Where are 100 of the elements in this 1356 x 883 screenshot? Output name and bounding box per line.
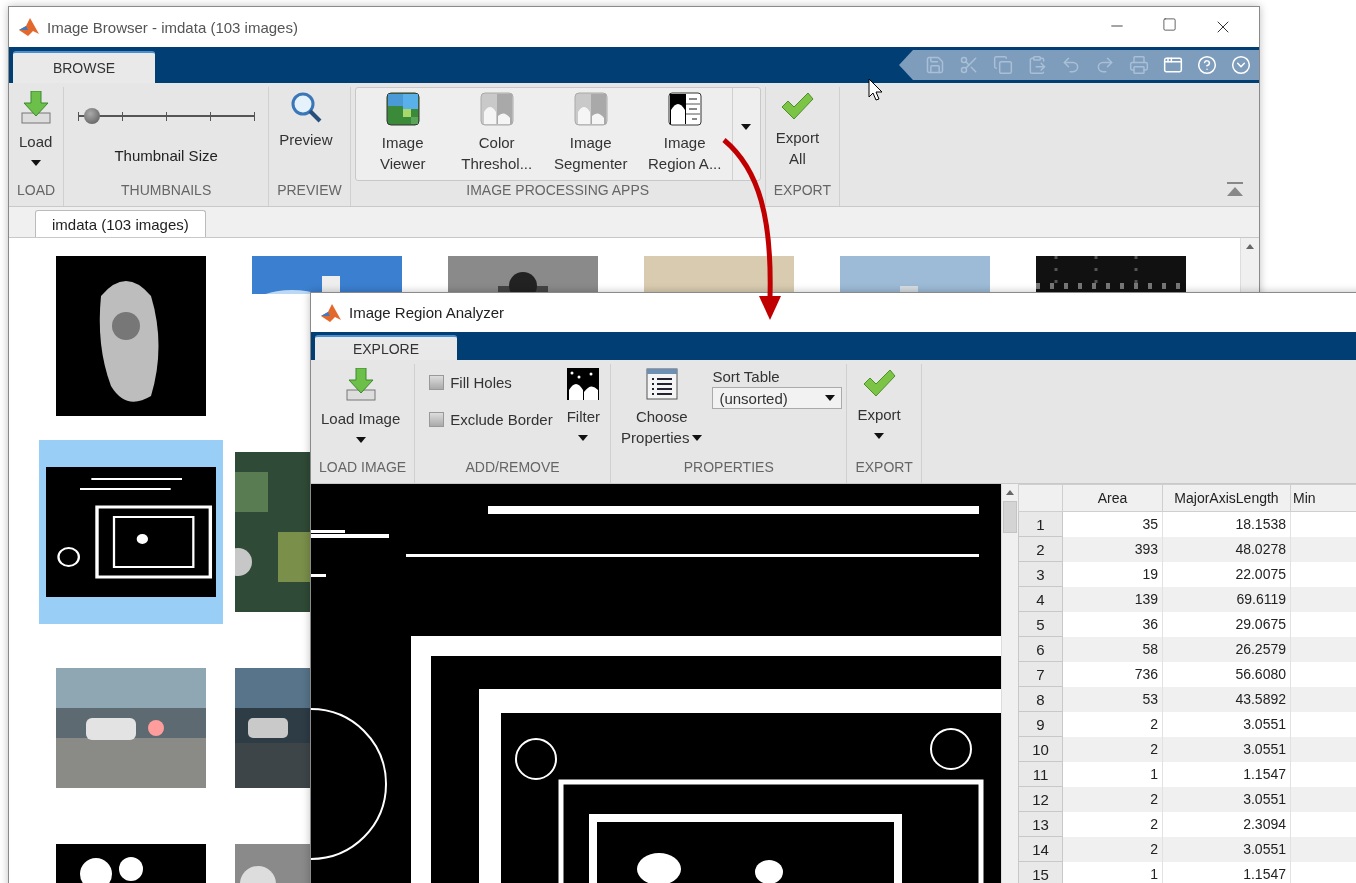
- chevron-down-icon[interactable]: [1231, 55, 1251, 75]
- checkbox[interactable]: Fill Holes: [429, 374, 553, 391]
- table-cell: 2: [1062, 786, 1163, 812]
- ribbon-button[interactable]: Export All: [769, 87, 826, 173]
- row-header[interactable]: 14: [1018, 836, 1063, 862]
- row-header[interactable]: 2: [1018, 536, 1063, 562]
- table-cell: 2: [1062, 811, 1163, 837]
- filter-image-icon: [567, 368, 600, 400]
- scrollbar[interactable]: [1001, 484, 1018, 883]
- row-header[interactable]: 8: [1018, 686, 1063, 712]
- group-title: ADD/REMOVE: [464, 459, 561, 477]
- row-header[interactable]: 4: [1018, 586, 1063, 612]
- table-cell: 22.0075: [1162, 561, 1291, 587]
- app-logo-icon: [321, 303, 341, 322]
- table-cell: 56.6080: [1162, 661, 1291, 687]
- download-icon: [344, 368, 377, 402]
- row-header[interactable]: 1: [1018, 511, 1063, 537]
- row-header[interactable]: 7: [1018, 661, 1063, 687]
- table-cell: 2: [1062, 836, 1163, 862]
- ribbon-button[interactable]: Preview: [273, 87, 339, 154]
- table-cell: 1: [1062, 761, 1163, 787]
- collapse-icon[interactable]: [1227, 182, 1243, 196]
- ribbon-button[interactable]: Image Viewer: [355, 88, 450, 180]
- row-header[interactable]: 9: [1018, 711, 1063, 737]
- row-header[interactable]: 11: [1018, 761, 1063, 787]
- row-header[interactable]: 15: [1018, 861, 1063, 883]
- row-header[interactable]: 13: [1018, 811, 1063, 837]
- column-header[interactable]: MajorAxisLength: [1162, 484, 1291, 512]
- sort-dropdown[interactable]: (unsorted): [712, 387, 843, 409]
- row-header[interactable]: 5: [1018, 611, 1063, 637]
- scroll-up-icon[interactable]: [1006, 490, 1014, 495]
- table-cell: 58: [1062, 636, 1163, 662]
- slider-thumb[interactable]: [84, 108, 101, 124]
- group-title: EXPORT: [772, 182, 832, 200]
- sort-label: Sort Table: [712, 368, 781, 385]
- table-cell: 19: [1062, 561, 1163, 587]
- ribbon-button[interactable]: Export: [851, 364, 907, 443]
- table-cell: 1: [1062, 861, 1163, 883]
- table-cell: 3.0551: [1162, 836, 1291, 862]
- table-cell: 48.0278: [1162, 536, 1291, 562]
- row-header[interactable]: 12: [1018, 786, 1063, 812]
- checkbox[interactable]: Exclude Border: [429, 411, 553, 428]
- ribbon-tab[interactable]: EXPLORE: [315, 335, 457, 360]
- region-table-icon: [667, 92, 702, 126]
- table-cell: 3.0551: [1162, 786, 1291, 812]
- document-tab[interactable]: imdata (103 images): [35, 210, 206, 237]
- table-cell: 2: [1062, 711, 1163, 737]
- table-cell: 18.1538: [1162, 511, 1291, 537]
- search-icon: [289, 91, 322, 123]
- scroll-thumb[interactable]: [1003, 501, 1017, 533]
- ribbon-button[interactable]: Image Segmenter: [543, 88, 638, 180]
- ribbon-button[interactable]: Image Region A...: [637, 88, 732, 180]
- table-cell: 139: [1062, 586, 1163, 612]
- checkmark-icon: [862, 368, 897, 398]
- table-cell: 2: [1062, 736, 1163, 762]
- checkmark-icon: [780, 91, 815, 121]
- group-title: LOAD IMAGE: [318, 459, 408, 477]
- image-icon: [573, 92, 608, 126]
- column-header[interactable]: Min: [1290, 484, 1356, 512]
- group-title: PROPERTIES: [682, 459, 775, 477]
- image-icon: [385, 92, 420, 126]
- group-title: THUMBNAILS: [120, 182, 213, 200]
- row-header[interactable]: 6: [1018, 636, 1063, 662]
- table-cell: 736: [1062, 661, 1163, 687]
- row-header[interactable]: 3: [1018, 561, 1063, 587]
- row-header[interactable]: 10: [1018, 736, 1063, 762]
- table-cell: 1.1547: [1162, 761, 1291, 787]
- table-cell: 36: [1062, 611, 1163, 637]
- ribbon-tab[interactable]: BROWSE: [13, 51, 155, 83]
- group-title: LOAD: [16, 182, 57, 200]
- table-cell: 2.3094: [1162, 811, 1291, 837]
- column-header[interactable]: Area: [1062, 484, 1163, 512]
- thumbnail[interactable]: [39, 440, 223, 624]
- help-icon[interactable]: [1197, 55, 1217, 75]
- table-cell: 69.6119: [1162, 586, 1291, 612]
- list-icon: [645, 368, 678, 400]
- ribbon-button[interactable]: Choose Properties: [615, 364, 709, 452]
- group-title: PREVIEW: [276, 182, 343, 200]
- table-cell: 1.1547: [1162, 861, 1291, 883]
- group-title: EXPORT: [854, 459, 914, 477]
- windows-icon[interactable]: [1163, 55, 1183, 75]
- window-title: Image Region Analyzer: [349, 304, 505, 321]
- maximize-icon[interactable]: [1162, 17, 1177, 32]
- scroll-up-icon[interactable]: [1246, 244, 1254, 249]
- table-cell: 26.2579: [1162, 636, 1291, 662]
- table-cell: 35: [1062, 511, 1163, 537]
- ribbon-button[interactable]: Load Image: [315, 364, 407, 447]
- table-cell: 29.0675: [1162, 611, 1291, 637]
- table-cell: 53: [1062, 686, 1163, 712]
- image-icon: [479, 92, 514, 126]
- table-cell: 393: [1062, 536, 1163, 562]
- download-icon: [19, 91, 52, 125]
- cursor-icon: [868, 78, 884, 102]
- ribbon-button[interactable]: Filter: [560, 364, 607, 445]
- table-cell: 3.0551: [1162, 736, 1291, 762]
- ribbon-button[interactable]: Load: [13, 87, 59, 170]
- ribbon-button[interactable]: Color Threshol...: [449, 88, 544, 180]
- group-title: IMAGE PROCESSING APPS: [465, 182, 651, 200]
- app-logo-icon: [19, 18, 39, 36]
- window-title: Image Browser - imdata (103 images): [47, 18, 298, 36]
